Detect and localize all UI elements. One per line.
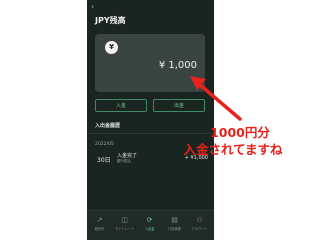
history-title: 入金完了 xyxy=(117,153,138,159)
bottom-tab-bar: ↗ 販売所 ◫ マイトレード ⟳ 入出金 ▤ 口座管理 ⚇ アカウント xyxy=(87,210,214,240)
annotation-line-2: 入金されてますね xyxy=(183,142,283,157)
balance-card: ¥ ¥ 1,000 xyxy=(95,34,205,92)
phone-screen: ‹ JPY残高 ¥ ¥ 1,000 入金 出金 入出金履歴 2022/05 30… xyxy=(87,0,214,240)
chart-icon: ↗ xyxy=(96,216,103,224)
user-icon: ⚇ xyxy=(196,216,203,224)
page-title: JPY残高 xyxy=(95,16,126,25)
history-section-title: 入出金履歴 xyxy=(95,123,121,129)
tab-exchange[interactable]: ↗ 販売所 xyxy=(87,215,112,231)
tab-label: 販売所 xyxy=(94,227,105,231)
back-arrow-icon[interactable]: ‹ xyxy=(91,3,99,11)
tab-my-trade[interactable]: ◫ マイトレード xyxy=(112,215,137,231)
document-icon: ▤ xyxy=(171,216,178,224)
tab-deposit-withdraw[interactable]: ⟳ 入出金 xyxy=(137,215,162,231)
history-subtitle: 銀行振込 xyxy=(117,159,131,163)
annotation-text: 1000円分 入金されてますね xyxy=(183,124,295,158)
tab-label: 入出金 xyxy=(144,227,155,231)
wallet-icon: ◫ xyxy=(121,216,128,224)
tab-account[interactable]: ⚇ アカウント xyxy=(187,215,212,231)
tab-label: 口座管理 xyxy=(168,227,181,231)
history-month: 2022/05 xyxy=(95,142,114,147)
deposit-button[interactable]: 入金 xyxy=(95,99,147,112)
yen-coin-icon: ¥ xyxy=(105,41,118,54)
balance-amount: ¥ 1,000 xyxy=(158,60,197,71)
transfer-icon: ⟳ xyxy=(146,216,153,224)
history-day: 30日 xyxy=(97,157,111,164)
tab-account-management[interactable]: ▤ 口座管理 xyxy=(162,215,187,231)
annotation-line-1: 1000円分 xyxy=(210,125,270,140)
tab-label: アカウント xyxy=(191,227,208,231)
withdraw-button[interactable]: 出金 xyxy=(153,99,205,112)
tab-label: マイトレード xyxy=(114,227,135,231)
